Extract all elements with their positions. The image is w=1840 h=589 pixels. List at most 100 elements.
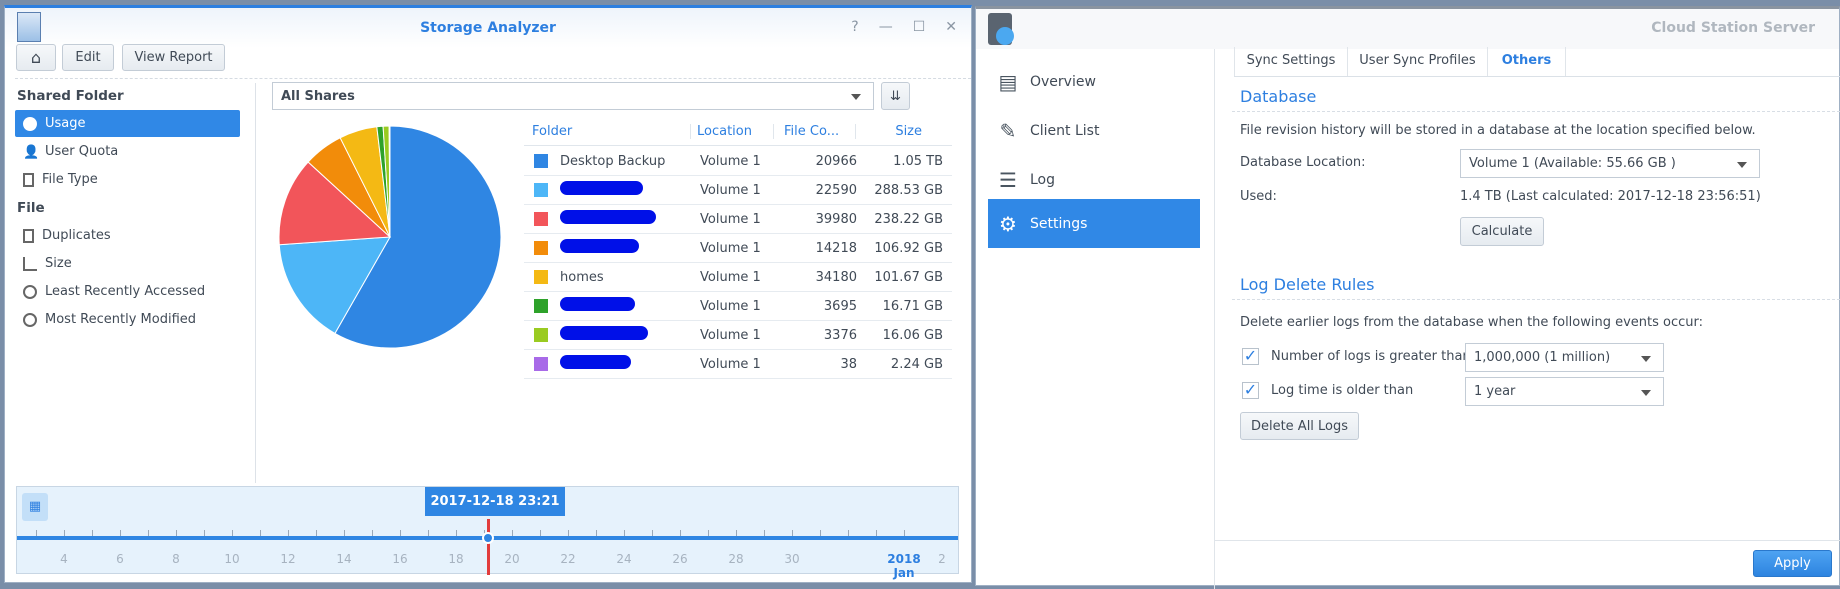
help-icon[interactable]: ?	[851, 19, 858, 35]
sidebar-item-file-type[interactable]: File Type	[15, 166, 240, 193]
minimize-icon[interactable]: —	[879, 19, 893, 35]
location: Volume 1	[700, 153, 761, 169]
timeline-label: 6	[116, 552, 124, 566]
size: 2.24 GB	[890, 356, 943, 372]
tab-sync-settings[interactable]: Sync Settings	[1234, 47, 1348, 76]
nav-item-client-list[interactable]: ✎ Client List	[988, 106, 1200, 155]
nav-item-overview[interactable]: ▤ Overview	[988, 57, 1200, 106]
sidebar-divider	[255, 83, 256, 483]
timeline-tick	[64, 530, 65, 536]
database-location-select[interactable]: Volume 1 (Available: 55.66 GB )	[1460, 149, 1760, 178]
color-swatch	[534, 154, 548, 168]
rule2-value: 1 year	[1474, 384, 1516, 399]
file-count: 3695	[823, 298, 857, 314]
rule2-checkbox[interactable]: ✓	[1242, 382, 1259, 399]
timeline-selected-date: 2017-12-18 23:21	[425, 487, 565, 516]
apply-button[interactable]: Apply	[1753, 550, 1832, 577]
color-swatch	[534, 328, 548, 342]
tab-others[interactable]: Others	[1488, 47, 1566, 76]
file-header: File	[17, 200, 45, 216]
rule2-select[interactable]: 1 year	[1465, 377, 1664, 406]
sidebar-item-least-recently-accessed[interactable]: Least Recently Accessed	[15, 278, 240, 305]
rule1-checkbox[interactable]: ✓	[1242, 348, 1259, 365]
title-bar: Cloud Station Server	[976, 9, 1839, 49]
sort-button[interactable]: ⇊	[881, 82, 910, 110]
nav-item-label: Overview	[1030, 73, 1096, 90]
table-row[interactable]: Desktop Backup Volume 1 20966 1.05 TB	[524, 147, 952, 176]
file-count: 3376	[823, 327, 857, 343]
timeline-tick	[792, 530, 793, 536]
delete-all-logs-button[interactable]: Delete All Logs	[1240, 412, 1359, 440]
table-row[interactable]: Volume 1 3695 16.71 GB	[524, 292, 952, 321]
redacted-mark	[560, 181, 643, 195]
nav-item-label: Settings	[1030, 215, 1088, 232]
clock-icon	[23, 312, 37, 327]
timeline-label: 24	[616, 552, 632, 566]
location: Volume 1	[700, 269, 761, 285]
timeline-label: 14	[336, 552, 352, 566]
close-icon[interactable]: ✕	[945, 19, 957, 35]
database-header: Database	[1240, 87, 1317, 106]
rule1-label: Number of logs is greater than	[1271, 349, 1471, 364]
share-select[interactable]: All Shares	[272, 82, 874, 110]
edit-button[interactable]: Edit	[62, 44, 114, 71]
home-button[interactable]: ⌂	[16, 44, 56, 71]
nav-item-settings[interactable]: ⚙ Settings	[988, 199, 1200, 248]
sidebar-item-user-quota[interactable]: 👤 User Quota	[15, 138, 240, 165]
nav-item-label: Client List	[1030, 122, 1100, 139]
size: 1.05 TB	[893, 153, 943, 169]
location: Volume 1	[700, 327, 761, 343]
timeline-handle[interactable]	[482, 532, 494, 544]
rule1-select[interactable]: 1,000,000 (1 million)	[1465, 343, 1664, 372]
timeline-tick	[344, 530, 345, 536]
sidebar-item-duplicates[interactable]: Duplicates	[15, 222, 240, 249]
timeline-tick	[540, 530, 541, 536]
column-file-count[interactable]: File Co...	[773, 124, 855, 139]
timeline-tick	[736, 530, 737, 536]
timeline-label: 22	[560, 552, 576, 566]
location: Volume 1	[700, 298, 761, 314]
sidebar-item-label: Size	[45, 256, 72, 271]
title-bar: Storage Analyzer ? — ☐ ✕	[5, 8, 971, 48]
sidebar-item-size[interactable]: Size	[15, 250, 240, 277]
column-size[interactable]: Size	[855, 124, 930, 139]
sidebar-item-most-recently-modified[interactable]: Most Recently Modified	[15, 306, 240, 333]
table-row[interactable]: Volume 1 3376 16.06 GB	[524, 321, 952, 350]
timeline-tick	[288, 530, 289, 536]
table-row[interactable]: Volume 1 38 2.24 GB	[524, 350, 952, 379]
column-folder[interactable]: Folder	[524, 124, 690, 139]
clock-icon	[23, 284, 37, 299]
nav-divider	[1214, 49, 1215, 589]
timeline[interactable]: ▦ 4 6 8 10 12 14 16 18 20 22 24 26 28 30 2018 Jan 2 2017…	[16, 486, 959, 580]
table-row[interactable]: Volume 1 39980 238.22 GB	[524, 205, 952, 234]
table-row[interactable]: Volume 1 22590 288.53 GB	[524, 176, 952, 205]
timeline-tick	[848, 530, 849, 536]
calculate-button[interactable]: Calculate	[1460, 217, 1544, 246]
sidebar-item-usage[interactable]: Usage	[15, 110, 240, 137]
table-row[interactable]: Volume 1 14218 106.92 GB	[524, 234, 952, 263]
folder-name	[560, 297, 690, 315]
sort-icon: ⇊	[890, 88, 901, 104]
view-report-button[interactable]: View Report	[122, 44, 225, 71]
rule2-label: Log time is older than	[1271, 383, 1414, 398]
column-location[interactable]: Location	[690, 124, 773, 139]
pie-chart-icon	[23, 116, 37, 131]
timeline-label: 10	[224, 552, 240, 566]
tab-user-sync-profiles[interactable]: User Sync Profiles	[1348, 47, 1488, 76]
sidebar-item-label: Duplicates	[42, 228, 111, 243]
nav-item-log[interactable]: ☰ Log	[988, 155, 1200, 204]
timeline-tick	[176, 530, 177, 536]
file-count: 39980	[815, 211, 857, 227]
folder-name	[560, 210, 690, 228]
shared-folder-header: Shared Folder	[17, 88, 124, 104]
size: 101.67 GB	[874, 269, 943, 285]
timeline-tick	[232, 530, 233, 536]
calendar-icon[interactable]: ▦	[22, 493, 48, 521]
timeline-tick	[260, 530, 261, 536]
user-icon: 👤	[23, 144, 40, 160]
timeline-tick	[568, 530, 569, 536]
sidebar-item-label: User Quota	[45, 144, 119, 159]
maximize-icon[interactable]: ☐	[913, 19, 926, 35]
redacted-mark	[560, 210, 656, 224]
table-row[interactable]: homes Volume 1 34180 101.67 GB	[524, 263, 952, 292]
